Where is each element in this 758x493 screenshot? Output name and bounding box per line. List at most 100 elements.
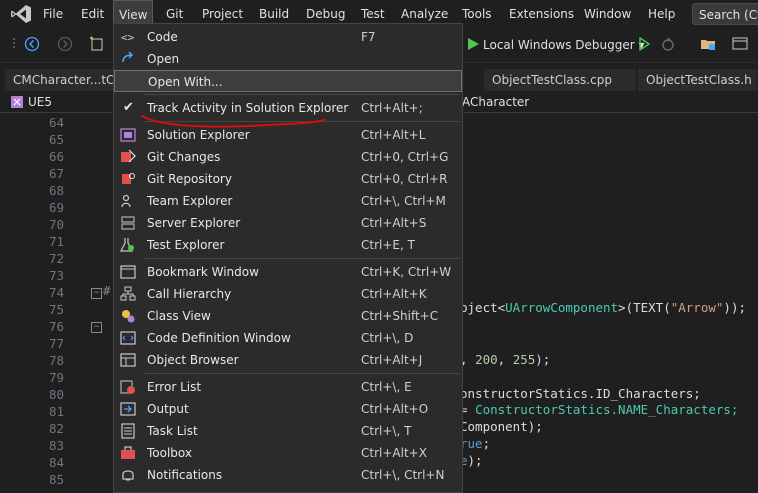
line-number: 84 [48, 455, 64, 470]
folder-icon[interactable] [700, 36, 716, 52]
menu-item-label: Bookmark Window [147, 265, 259, 279]
menu-item-label: Output [147, 402, 189, 416]
layout-icon[interactable] [732, 36, 748, 52]
menu-file[interactable]: File [38, 0, 68, 28]
menu-item-label: Task List [147, 424, 198, 438]
fold-toggle-icon[interactable]: − [91, 322, 102, 333]
menu-edit[interactable]: Edit [76, 0, 109, 28]
fold-toggle-icon[interactable]: − [91, 288, 102, 299]
menu-item-label: Open With... [148, 75, 223, 89]
menu-item-label: Code Definition Window [147, 331, 291, 345]
visual-studio-logo-icon[interactable] [10, 4, 32, 24]
code-line-81: = ConstructorStatics.NAME_Characters; [460, 402, 739, 417]
menu-item-git-changes[interactable]: Git Changes Ctrl+0, Ctrl+G [114, 146, 462, 168]
menu-help[interactable]: Help [643, 0, 680, 28]
menu-item-shortcut: Ctrl+Alt+J [361, 353, 423, 367]
menu-item-notifications[interactable]: Notifications Ctrl+\, Ctrl+N [114, 464, 462, 486]
menu-item-label: Code [147, 30, 178, 44]
tab-objecttestclass-h[interactable]: ObjectTestClass.h [638, 69, 758, 91]
class-view-icon [122, 310, 135, 323]
menu-extensions[interactable]: Extensions [504, 0, 579, 28]
git-repository-icon [122, 173, 135, 184]
menu-item-label: Error List [147, 380, 202, 394]
menu-item-shortcut: F7 [361, 30, 376, 44]
line-number: 75 [48, 302, 64, 317]
search-box[interactable]: Search (Ctr [692, 3, 758, 25]
menu-item-open-with[interactable]: Open With... [114, 70, 462, 92]
menu-item-shortcut: Ctrl+0, Ctrl+R [361, 172, 448, 186]
menu-window[interactable]: Window [579, 0, 636, 28]
forward-icon[interactable] [57, 36, 73, 52]
menu-item-team-explorer[interactable]: Team Explorer Ctrl+\, Ctrl+M [114, 190, 462, 212]
menu-item-label: Test Explorer [147, 238, 225, 252]
toolbox-icon [121, 446, 135, 459]
menu-item-shortcut: Ctrl+Alt+; [361, 101, 423, 115]
line-number: 78 [48, 353, 64, 368]
menu-item-error-list[interactable]: Error List Ctrl+\, E [114, 376, 462, 398]
line-number: 66 [48, 149, 64, 164]
menu-item-code-definition-window[interactable]: Code Definition Window Ctrl+\, D [114, 327, 462, 349]
menu-separator [144, 258, 460, 259]
code-line-82: Component); [460, 419, 543, 434]
call-hierarchy-icon [120, 286, 136, 301]
line-number: 82 [48, 421, 64, 436]
line-number: 74 [48, 285, 64, 300]
tab-objecttestclass-cpp[interactable]: ObjectTestClass.cpp [484, 69, 637, 91]
output-icon [120, 402, 136, 416]
red-underline-annotation [141, 115, 325, 128]
hot-reload-icon[interactable] [660, 36, 676, 52]
project-dropdown[interactable]: UE5 [8, 92, 52, 112]
task-list-icon [121, 423, 135, 439]
test-explorer-icon [120, 238, 134, 252]
menu-item-shortcut: Ctrl+Alt+L [361, 128, 426, 142]
new-project-icon[interactable] [89, 36, 105, 52]
debugger-target-dropdown[interactable]: Local Windows Debugger ▾ [483, 28, 645, 62]
menu-item-shortcut: Ctrl+\, Ctrl+M [361, 194, 446, 208]
menu-item-test-explorer[interactable]: Test Explorer Ctrl+E, T [114, 234, 462, 256]
member-dropdown[interactable]: ACharacter [462, 92, 529, 112]
menu-separator [144, 94, 460, 95]
menu-item-call-hierarchy[interactable]: Call Hierarchy Ctrl+Alt+K [114, 283, 462, 305]
menu-item-git-repository[interactable]: Git Repository Ctrl+0, Ctrl+R [114, 168, 462, 190]
menu-item-shortcut: Ctrl+0, Ctrl+G [361, 150, 449, 164]
error-list-icon [120, 380, 135, 394]
menu-item-class-view[interactable]: Class View Ctrl+Shift+C [114, 305, 462, 327]
menu-item-object-browser[interactable]: Object Browser Ctrl+Alt+J [114, 349, 462, 371]
menu-item-shortcut: Ctrl+\, E [361, 380, 412, 394]
line-number: 65 [48, 132, 64, 147]
menu-item-bookmark-window[interactable]: Bookmark Window Ctrl+K, Ctrl+W [114, 261, 462, 283]
menu-item-label: Team Explorer [147, 194, 233, 208]
line-number: 67 [48, 166, 64, 181]
tab-cmcharacter[interactable]: CMCharacter...tCo [5, 69, 115, 91]
preprocessor-marker: # [103, 283, 111, 298]
code-line-74: bject<UArrowComponent>(TEXT("Arrow")); [460, 300, 746, 315]
back-icon[interactable] [24, 36, 40, 52]
code-line-78: , 200, 255); [460, 352, 551, 367]
menu-item-shortcut: Ctrl+E, T [361, 238, 415, 252]
git-changes-icon [121, 149, 136, 163]
start-without-debugging-icon[interactable] [636, 36, 652, 52]
start-debugging-icon[interactable] [465, 36, 481, 52]
line-number: 68 [48, 183, 64, 198]
line-number: 71 [48, 234, 64, 249]
menu-item-toolbox[interactable]: Toolbox Ctrl+Alt+X [114, 442, 462, 464]
menu-item-shortcut: Ctrl+Alt+S [361, 216, 427, 230]
menu-item-label: Server Explorer [147, 216, 241, 230]
line-number: 83 [48, 438, 64, 453]
line-number: 72 [48, 251, 64, 266]
line-number: 79 [48, 370, 64, 385]
menu-item-open[interactable]: Open [114, 48, 462, 70]
menu-separator [144, 373, 460, 374]
menu-item-output[interactable]: Output Ctrl+Alt+O [114, 398, 462, 420]
menu-item-code[interactable]: <> Code F7 [114, 26, 462, 48]
code-line-80: onstructorStatics.ID_Characters; [460, 386, 701, 401]
menu-item-task-list[interactable]: Task List Ctrl+\, T [114, 420, 462, 442]
line-number: 80 [48, 387, 64, 402]
code-icon: <> [121, 31, 135, 44]
menu-item-shortcut: Ctrl+Alt+O [361, 402, 429, 416]
menu-item-label: Open [147, 52, 180, 66]
menu-item-label: Git Changes [147, 150, 221, 164]
menu-item-label: Class View [147, 309, 211, 323]
menu-item-server-explorer[interactable]: Server Explorer Ctrl+Alt+S [114, 212, 462, 234]
menu-item-shortcut: Ctrl+\, Ctrl+N [361, 468, 445, 482]
